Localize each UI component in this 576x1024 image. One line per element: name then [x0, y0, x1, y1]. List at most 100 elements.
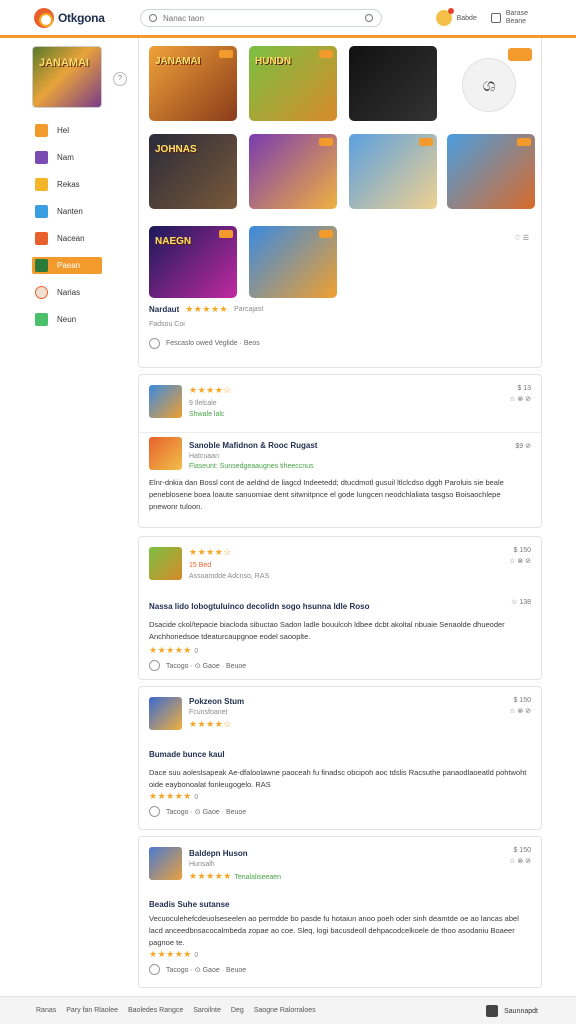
review-footer: ★★★★★ 0 Tacogo · ⊙ Gaoe · Beuoe: [149, 645, 246, 671]
review-thumbnail[interactable]: [149, 547, 182, 580]
review-price: $ 150: [513, 847, 531, 854]
review-meta: Flaseunt: Sunsedgeaaugnes tiheeccnus: [189, 463, 314, 470]
user-menu[interactable]: Babde: [435, 8, 477, 26]
sidebar-item-3[interactable]: Rekas: [32, 176, 136, 193]
review-card: Pokzeon Stum Fcunsfoanet ★★★★☆ $ 150 ☆ ⊗…: [138, 686, 542, 830]
review-thumbnail[interactable]: [149, 847, 182, 880]
game-tile[interactable]: HUNDN: [249, 46, 337, 121]
sidebar-item-6[interactable]: Paean: [32, 257, 102, 274]
game-tile[interactable]: JANAMAI: [149, 46, 237, 121]
review-meta: Tacogo · ⊙ Gaoe · Beuoe: [166, 808, 247, 816]
footer-link[interactable]: Saroilnte: [193, 1007, 221, 1014]
review-actions[interactable]: $ 150 ☆ ⊗ ⊘: [509, 695, 531, 717]
game-tile[interactable]: JOHNAS: [149, 134, 237, 209]
review-thumbnail[interactable]: [149, 697, 182, 730]
review-actions[interactable]: $ 150 ☆ ⊗ ⊘: [509, 545, 531, 567]
rating-stars: ★★★★★: [149, 949, 192, 959]
rating-caption: Parcajast: [234, 306, 264, 313]
review-title[interactable]: Baldepn Huson: [189, 849, 281, 858]
review-actions[interactable]: $ 150 ☆ ⊗ ⊘: [509, 845, 531, 867]
help-icon[interactable]: ?: [113, 72, 127, 86]
footer-link[interactable]: Deg: [231, 1007, 244, 1014]
logo-mark-icon: [34, 8, 54, 28]
review-tagline-text: Beadis Suhe sutanse: [149, 900, 230, 909]
footer-link[interactable]: Ranas: [36, 1007, 56, 1014]
review-icons: ☆ ⊗ ⊘: [509, 396, 531, 403]
divider: [139, 432, 541, 433]
bag-icon: [490, 13, 501, 23]
rating-number: 0: [194, 952, 199, 959]
footer-link[interactable]: Saogne Ralorraloes: [254, 1007, 316, 1014]
more-games-button[interactable]: ශ: [462, 58, 516, 112]
panel-actions[interactable]: ♡ ☰: [515, 234, 530, 242]
sidebar-item-label: Nacean: [57, 234, 85, 243]
featured-game-caption: JANAMAI: [39, 57, 90, 69]
rating-stars: ★★★★★: [189, 871, 232, 881]
sidebar-item-8[interactable]: Neun: [32, 311, 136, 328]
footer-link[interactable]: Baoledes Rangce: [128, 1007, 183, 1014]
review-subtitle: Hunsalh: [189, 861, 215, 868]
review-icons: ☆ ⊗ ⊘: [509, 858, 531, 865]
review-card: Baldepn Huson Hunsalh ★★★★★ Tenalaliseea…: [138, 836, 542, 988]
review-body: Dsacide ckol/tepacie biacloda sibuctao S…: [149, 620, 505, 641]
search-input[interactable]: [163, 13, 359, 23]
review-card: ★★★★☆ 15 Bed Assoamdde Adcnso, RAS $ 150…: [138, 536, 542, 680]
review-title[interactable]: Nassa lido lobogtuluinco decolidn sogo h…: [149, 602, 369, 611]
game-tile[interactable]: [249, 134, 337, 209]
featured-game-thumbnail[interactable]: JANAMAI: [32, 46, 102, 108]
games-info-title: Nardaut: [149, 305, 180, 314]
game-tile[interactable]: [349, 134, 437, 209]
bag-button[interactable]: Barase Beane: [490, 10, 528, 26]
sidebar-item-label: Neun: [57, 315, 77, 324]
sidebar-item-label: Hel: [57, 126, 70, 135]
sidebar-item-2[interactable]: Nam: [32, 149, 136, 166]
sidebar-item-label: Nam: [57, 153, 74, 162]
review-price: $ 13: [517, 385, 531, 392]
tile-badge: [219, 230, 233, 238]
avatar: [435, 8, 454, 26]
info-icon: [149, 964, 160, 975]
review-title[interactable]: Pokzeon Stum: [189, 697, 244, 706]
review-body: Dace suu aoleslsapeak Ae-dfaloolawne pao…: [149, 768, 527, 789]
game-tile[interactable]: [447, 134, 535, 209]
review-title[interactable]: Sanoble Mafidnon & Rooc Rugast: [189, 441, 317, 450]
logo[interactable]: Otkgona: [34, 8, 105, 28]
footer-app-link[interactable]: Saunnapdt: [486, 1005, 538, 1017]
search-submit-icon[interactable]: [365, 14, 373, 22]
rating-text: 9 Ilelcale: [189, 400, 217, 407]
review-price-badge: $9 ⊘: [515, 443, 531, 450]
sidebar-item-7[interactable]: Narias: [32, 284, 136, 301]
bag-label-1: Barase: [505, 10, 528, 17]
tile-badge: [319, 50, 333, 58]
review-actions[interactable]: $ 13 ☆ ⊗ ⊘: [509, 383, 531, 405]
game-tile[interactable]: [249, 226, 337, 298]
review-headline: Nassa lido lobogtuluinco decolidn sogo h…: [149, 601, 529, 613]
review-thumbnail[interactable]: [149, 437, 182, 470]
rating-text: 15 Bed: [189, 562, 212, 569]
game-tile[interactable]: [349, 46, 437, 121]
category-icon: [35, 232, 48, 245]
category-icon: [35, 286, 48, 299]
review-icons: ☆ ⊗ ⊘: [509, 708, 531, 715]
game-tile-caption: HUNDN: [255, 56, 292, 67]
review-meta: Tacogo · ⊙ Gaoe · Beuoe: [166, 662, 247, 670]
game-tile[interactable]: NAEGN: [149, 226, 237, 298]
review-icons: ☆ ⊗ ⊘: [509, 558, 531, 565]
sidebar-item-4[interactable]: Nanten: [32, 203, 136, 220]
sidebar-item-1[interactable]: Hel: [32, 122, 136, 139]
review-subtitle: Fcunsfoanet: [189, 709, 228, 716]
review-meta: Tacogo · ⊙ Gaoe · Beuoe: [166, 966, 247, 974]
sidebar-item-5[interactable]: Nacean: [32, 230, 136, 247]
category-icon: [35, 205, 48, 218]
footer-link[interactable]: Pary fan Rlaolee: [66, 1007, 118, 1014]
review-tagline: Bumade bunce kaul: [149, 749, 529, 761]
info-icon: [149, 660, 160, 671]
search-bar[interactable]: [140, 9, 382, 27]
user-label: Babde: [456, 14, 477, 22]
rating-number: 0: [194, 794, 199, 801]
tile-badge: [517, 138, 531, 146]
rating-stars: ★★★★☆: [189, 385, 232, 395]
review-price: $ 150: [513, 697, 531, 704]
review-footer: ★★★★★ 0 Tacogo · ⊙ Gaoe · Beuoe: [149, 791, 246, 817]
review-thumbnail[interactable]: [149, 385, 182, 418]
